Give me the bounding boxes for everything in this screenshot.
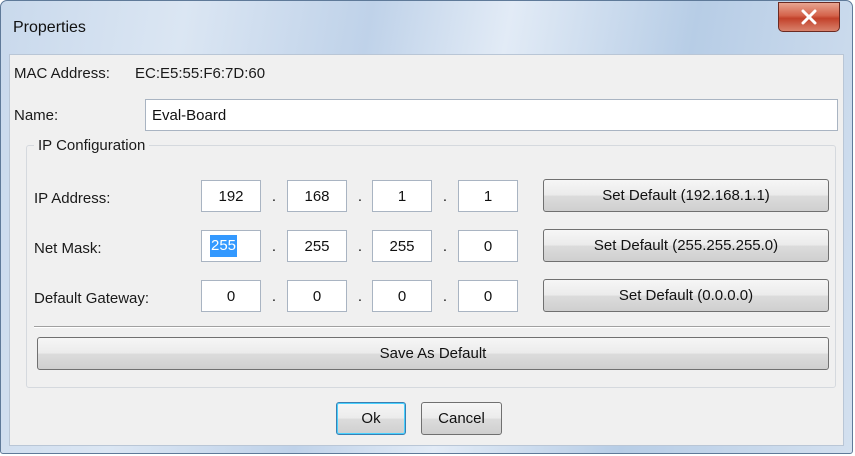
octet-separator: . <box>442 288 448 305</box>
octet-separator: . <box>442 188 448 205</box>
title-bar: Properties <box>1 1 852 53</box>
window-title: Properties <box>13 19 86 36</box>
save-as-default-button[interactable]: Save As Default <box>37 337 829 370</box>
default-gateway-label: Default Gateway: <box>34 290 150 307</box>
octet-separator: . <box>271 238 277 255</box>
octet-separator: . <box>357 288 363 305</box>
separator <box>34 326 830 328</box>
net-mask-octet-2[interactable] <box>287 230 347 262</box>
octet-separator: . <box>357 238 363 255</box>
ip-address-octet-4[interactable] <box>458 180 518 212</box>
net-mask-label: Net Mask: <box>34 240 102 257</box>
selected-text: 255 <box>210 235 238 257</box>
dialog-body: MAC Address: EC:E5:55:F6:7D:60 Name: IP … <box>9 54 844 446</box>
ip-address-octet-2[interactable] <box>287 180 347 212</box>
net-mask-octet-4[interactable] <box>458 230 518 262</box>
net-mask-octet-1[interactable]: 255 <box>201 230 261 262</box>
name-label: Name: <box>14 107 59 124</box>
gateway-octet-1[interactable] <box>201 280 261 312</box>
properties-dialog: Properties MAC Address: EC:E5:55:F6:7D:6… <box>0 0 853 454</box>
cancel-button[interactable]: Cancel <box>421 402 502 435</box>
ip-address-label: IP Address: <box>34 190 111 207</box>
octet-separator: . <box>442 238 448 255</box>
octet-separator: . <box>271 188 277 205</box>
net-mask-octet-3[interactable] <box>372 230 432 262</box>
close-icon <box>801 9 817 25</box>
octet-separator: . <box>357 188 363 205</box>
ip-address-octet-1[interactable] <box>201 180 261 212</box>
set-default-gateway-button[interactable]: Set Default (0.0.0.0) <box>543 279 829 312</box>
mac-address-label: MAC Address: <box>14 65 110 82</box>
ip-address-octet-3[interactable] <box>372 180 432 212</box>
gateway-octet-2[interactable] <box>287 280 347 312</box>
set-default-netmask-button[interactable]: Set Default (255.255.255.0) <box>543 229 829 262</box>
ok-button[interactable]: Ok <box>336 402 406 435</box>
gateway-octet-3[interactable] <box>372 280 432 312</box>
ip-configuration-title: IP Configuration <box>34 137 150 154</box>
close-button[interactable] <box>778 2 840 32</box>
octet-separator: . <box>271 288 277 305</box>
mac-address-value: EC:E5:55:F6:7D:60 <box>135 65 266 82</box>
set-default-ip-button[interactable]: Set Default (192.168.1.1) <box>543 179 829 212</box>
gateway-octet-4[interactable] <box>458 280 518 312</box>
name-field[interactable] <box>145 99 838 131</box>
